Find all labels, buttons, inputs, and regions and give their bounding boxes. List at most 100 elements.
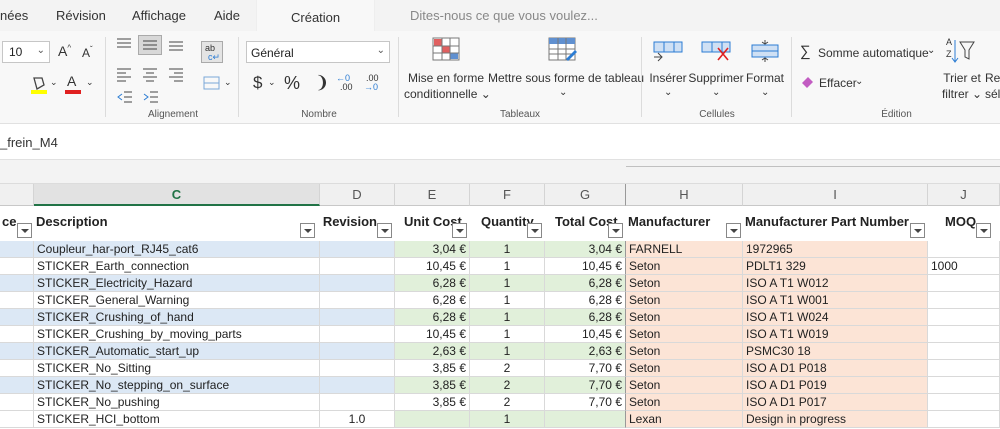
cell-reference[interactable] [0,343,34,360]
find-select-button-line2[interactable]: sél [985,87,1000,102]
tell-me-search[interactable]: Dites-nous ce que vous voulez... [410,8,598,23]
cell-revision[interactable] [320,292,395,309]
cell-part-number[interactable]: ISO A D1 P017 [743,394,928,411]
format-as-table-button[interactable]: Mettre sous forme de tableau [488,71,644,86]
column-header-f[interactable]: F [470,184,545,206]
autosum-chevron-icon[interactable]: ⌄ [927,45,935,56]
cell-unit-cost[interactable]: 3,85 € [395,377,470,394]
sort-filter-button-line1[interactable]: Trier et [940,71,984,86]
find-select-button-line1[interactable]: Re [985,71,1000,86]
currency-button[interactable]: $ [253,73,262,93]
column-header-e[interactable]: E [395,184,470,206]
worksheet-grid[interactable]: C D E F G H I J ce Description Revision … [0,160,1000,429]
table-row[interactable]: STICKER_No_pushing 3,85 €2 7,70 € Seton ISO … [0,394,1000,411]
filter-dropdown-icon[interactable] [527,223,542,238]
column-header-d[interactable]: D [320,184,395,206]
cell-reference[interactable] [0,360,34,377]
cell-manufacturer[interactable]: Seton [626,377,743,394]
cell-manufacturer[interactable]: Seton [626,309,743,326]
name-box[interactable]: _frein_M4 [0,135,58,150]
cell-unit-cost[interactable]: 3,85 € [395,360,470,377]
cell-reference[interactable] [0,241,34,258]
cell-total-cost[interactable]: 6,28 € [545,275,626,292]
cell-moq[interactable] [928,275,1000,292]
align-center-icon[interactable] [142,67,160,83]
table-row[interactable]: STICKER_No_Sitting 3,85 €2 7,70 € Seton ISO … [0,360,1000,377]
delete-chevron-icon[interactable]: ⌄ [712,87,720,98]
table-row[interactable]: STICKER_Automatic_start_up 2,63 €1 2,63 € S… [0,343,1000,360]
cell-quantity[interactable]: 2 [470,360,545,377]
cell-moq[interactable] [928,411,1000,428]
cell-unit-cost[interactable]: 6,28 € [395,309,470,326]
filter-dropdown-icon[interactable] [377,223,392,238]
cell-unit-cost[interactable]: 6,28 € [395,292,470,309]
column-header-c[interactable]: C [34,184,320,206]
filter-dropdown-icon[interactable] [608,223,623,238]
increase-decimal-icon[interactable]: ←0 .00 [336,73,358,93]
font-color-chevron-icon[interactable]: ⌄ [86,77,94,88]
cell-description[interactable]: Coupleur_har-port_RJ45_cat6 [34,241,320,258]
filter-dropdown-icon[interactable] [726,223,741,238]
cell-total-cost[interactable]: 2,63 € [545,343,626,360]
cell-manufacturer[interactable]: Seton [626,258,743,275]
cell-revision[interactable]: 1.0 [320,411,395,428]
cell-unit-cost[interactable]: 3,04 € [395,241,470,258]
cell-revision[interactable] [320,275,395,292]
cell-quantity[interactable]: 1 [470,326,545,343]
cell-total-cost[interactable]: 6,28 € [545,292,626,309]
tab-aide[interactable]: Aide [214,8,240,23]
number-format-select[interactable]: Général ⌄ [246,41,390,63]
cell-part-number[interactable]: Design in progress [743,411,928,428]
cell-quantity[interactable]: 1 [470,258,545,275]
table-row[interactable]: STICKER_Crushing_of_hand 6,28 €1 6,28 € Set… [0,309,1000,326]
cell-unit-cost[interactable]: 10,45 € [395,258,470,275]
cell-manufacturer[interactable]: Seton [626,326,743,343]
tab-affichage[interactable]: Affichage [132,8,186,23]
cell-moq[interactable] [928,292,1000,309]
cell-quantity[interactable]: 2 [470,377,545,394]
cell-reference[interactable] [0,326,34,343]
column-header-i[interactable]: I [743,184,928,206]
cell-total-cost[interactable] [545,411,626,428]
cell-part-number[interactable]: ISO A D1 P018 [743,360,928,377]
cell-quantity[interactable]: 1 [470,292,545,309]
cell-part-number[interactable]: PSMC30 18 [743,343,928,360]
cell-unit-cost[interactable]: 3,85 € [395,394,470,411]
font-size-select[interactable]: 10 ⌄ [2,41,50,63]
cell-part-number[interactable]: PDLT1 329 [743,258,928,275]
cell-part-number[interactable]: ISO A T1 W012 [743,275,928,292]
cell-moq[interactable] [928,241,1000,258]
cell-revision[interactable] [320,343,395,360]
wrap-text-icon[interactable]: ab c↵ [201,41,223,63]
fill-color-icon[interactable] [30,75,48,95]
filter-dropdown-icon[interactable] [910,223,925,238]
cell-part-number[interactable]: ISO A T1 W019 [743,326,928,343]
cell-description[interactable]: STICKER_No_Sitting [34,360,320,377]
grow-font-icon[interactable]: A^ [58,43,71,59]
decrease-decimal-icon[interactable]: .00 →0 [364,73,386,93]
align-middle-icon[interactable] [138,35,162,55]
percent-button[interactable]: % [284,73,300,94]
insert-button[interactable]: Insérer [646,71,690,86]
cell-description[interactable]: STICKER_Earth_connection [34,258,320,275]
delete-cells-icon[interactable] [700,39,732,63]
increase-indent-icon[interactable] [142,89,160,105]
cell-description[interactable]: STICKER_Electricity_Hazard [34,275,320,292]
cell-description[interactable]: STICKER_No_stepping_on_surface [34,377,320,394]
cell-manufacturer[interactable]: Seton [626,275,743,292]
cell-description[interactable]: STICKER_HCI_bottom [34,411,320,428]
cell-total-cost[interactable]: 3,04 € [545,241,626,258]
cell-unit-cost[interactable]: 6,28 € [395,275,470,292]
conditional-formatting-button-line1[interactable]: Mise en forme [408,71,484,86]
shrink-font-icon[interactable]: Aˇ [82,45,93,60]
conditional-formatting-button-line2[interactable]: conditionnelle ⌄ [404,87,491,102]
filter-dropdown-icon[interactable] [976,223,991,238]
table-row[interactable]: STICKER_HCI_bottom 1.0 1 Lexan Design in pro… [0,411,1000,428]
sort-filter-icon[interactable]: A Z [946,37,976,65]
cell-unit-cost[interactable]: 2,63 € [395,343,470,360]
align-left-icon[interactable] [116,67,134,83]
cell-manufacturer[interactable]: Seton [626,360,743,377]
format-as-table-icon[interactable] [548,37,578,63]
cell-total-cost[interactable]: 6,28 € [545,309,626,326]
insert-chevron-icon[interactable]: ⌄ [664,87,672,98]
